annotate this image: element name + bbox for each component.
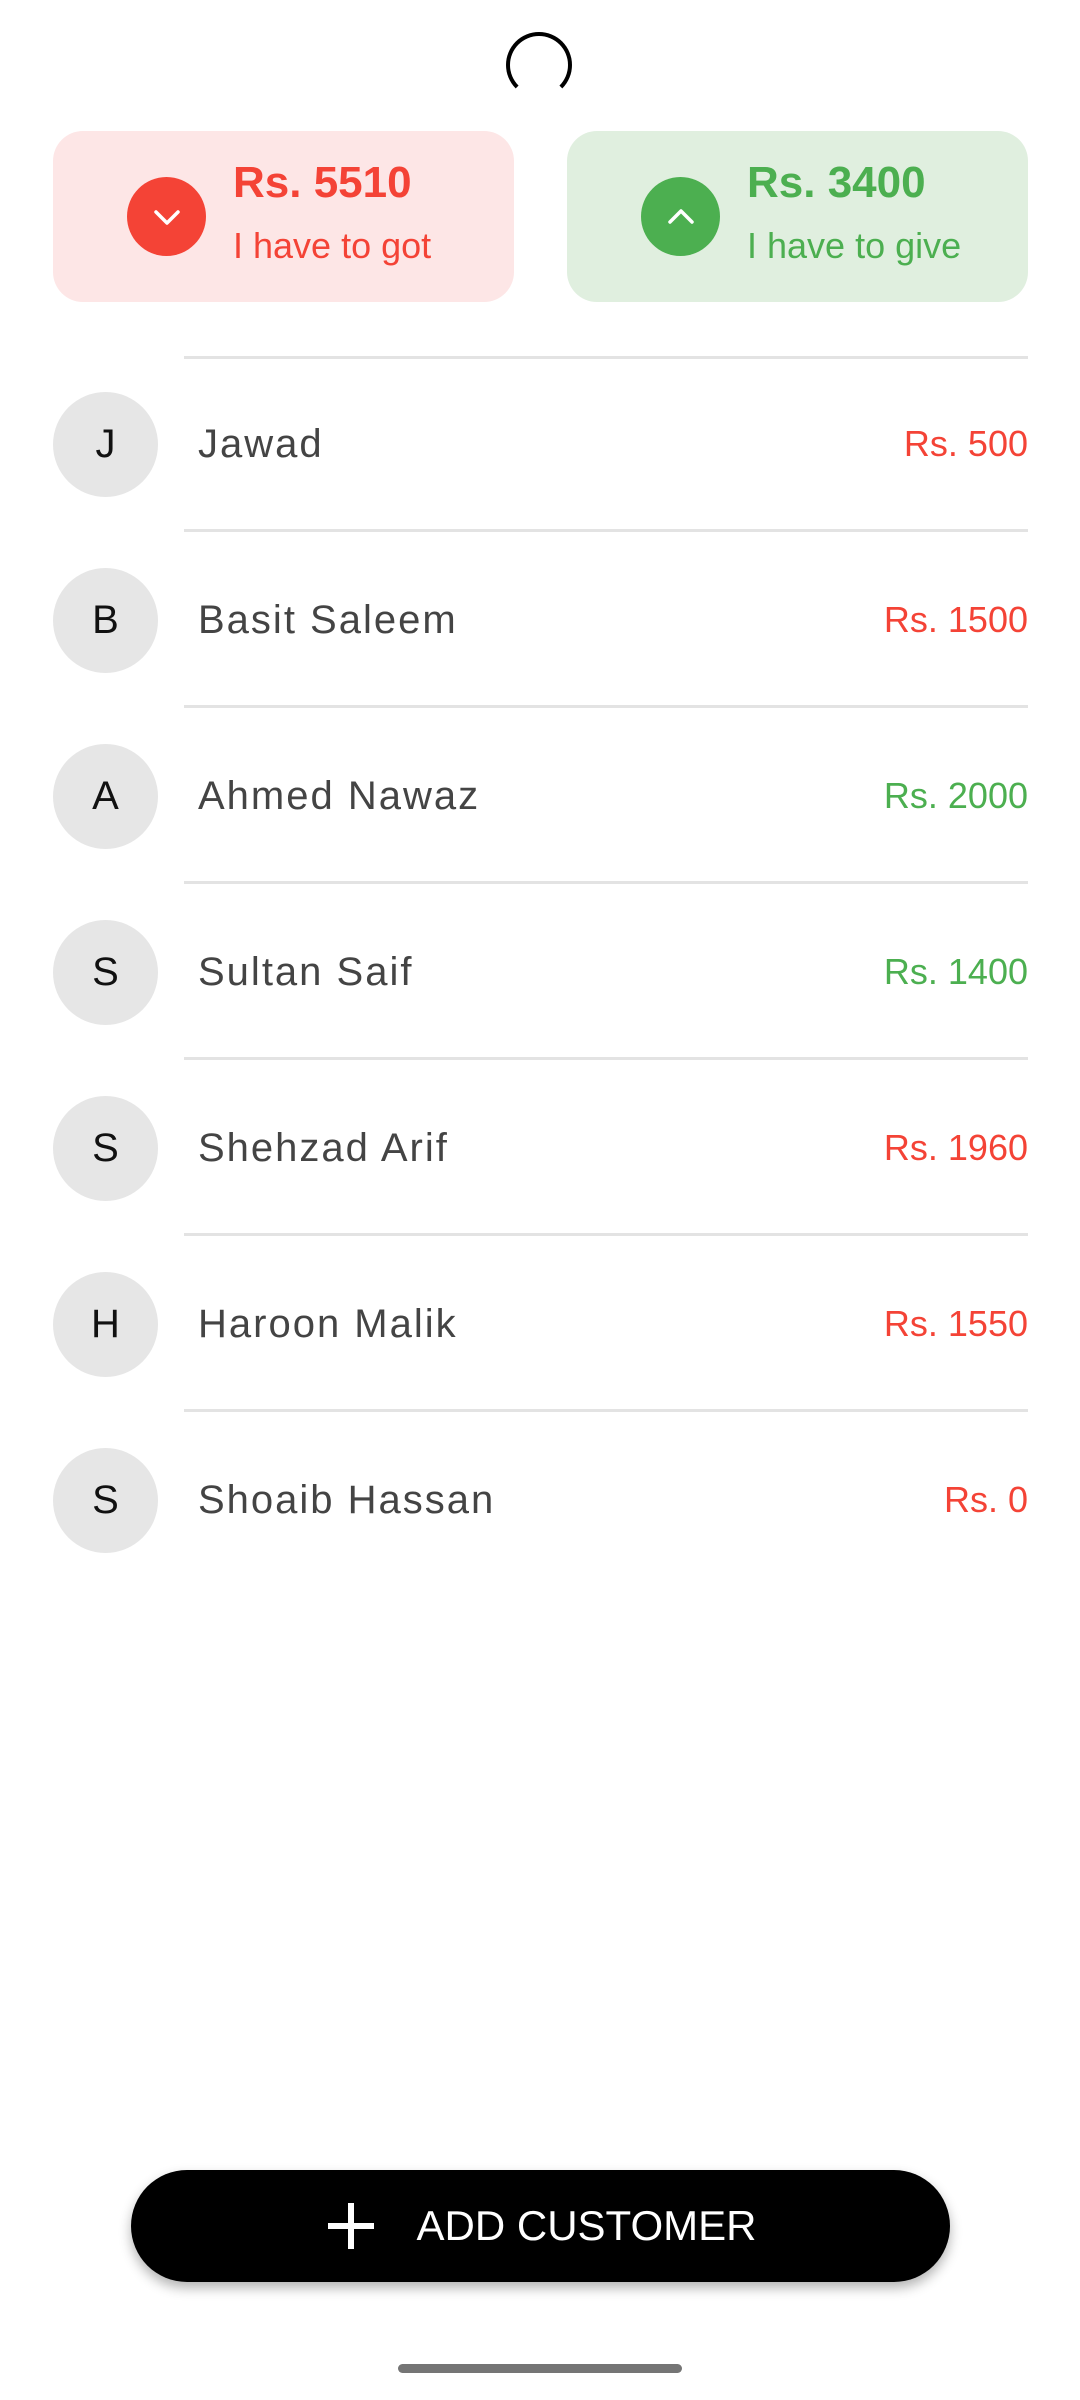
customer-row[interactable]: H Haroon Malik Rs. 1550	[0, 1236, 1080, 1412]
customer-row[interactable]: S Shehzad Arif Rs. 1960	[0, 1060, 1080, 1236]
customer-name: Sultan Saif	[198, 950, 414, 994]
avatar: S	[53, 1448, 158, 1553]
payable-badge	[641, 177, 720, 256]
customer-amount: Rs. 1400	[883, 951, 1028, 992]
receivable-label: I have to got	[233, 225, 432, 266]
payable-summary-card[interactable]: Rs. 3400 I have to give	[567, 131, 1028, 302]
receivable-amount: Rs. 5510	[233, 158, 412, 207]
payable-amount: Rs. 3400	[747, 158, 926, 207]
add-customer-label: ADD CUSTOMER	[416, 2202, 757, 2249]
avatar: S	[53, 1096, 158, 1201]
customer-name: Shoaib Hassan	[198, 1478, 496, 1522]
customer-name: Shehzad Arif	[198, 1126, 449, 1170]
customer-name: Ahmed Nawaz	[198, 774, 481, 818]
customer-amount: Rs. 1550	[883, 1303, 1028, 1344]
avatar: S	[53, 920, 158, 1025]
customer-row[interactable]: S Shoaib Hassan Rs. 0	[0, 1412, 1080, 1588]
customer-amount: Rs. 1500	[883, 599, 1028, 640]
customer-row[interactable]: A Ahmed Nawaz Rs. 2000	[0, 708, 1080, 884]
chevron-down-icon	[153, 209, 180, 225]
customer-amount: Rs. 2000	[883, 775, 1028, 816]
avatar: H	[53, 1272, 158, 1377]
avatar: J	[53, 392, 158, 497]
home-indicator[interactable]	[398, 2364, 682, 2373]
customer-name: Basit Saleem	[198, 598, 458, 642]
customer-amount: Rs. 0	[943, 1479, 1028, 1520]
customer-row[interactable]: B Basit Saleem Rs. 1500	[0, 532, 1080, 708]
customer-list: J Jawad Rs. 500 B Basit Saleem Rs. 1500 …	[0, 356, 1080, 1588]
customer-name: Haroon Malik	[198, 1302, 458, 1346]
camera-cutout	[506, 32, 572, 98]
chevron-up-icon	[667, 208, 694, 224]
customer-name: Jawad	[198, 422, 324, 466]
customer-row[interactable]: S Sultan Saif Rs. 1400	[0, 884, 1080, 1060]
avatar: A	[53, 744, 158, 849]
customer-amount: Rs. 1960	[883, 1127, 1028, 1168]
add-customer-button[interactable]: ADD CUSTOMER	[131, 2170, 950, 2282]
receivable-badge	[127, 177, 206, 256]
customer-row[interactable]: J Jawad Rs. 500	[0, 356, 1080, 532]
customer-amount: Rs. 500	[903, 423, 1028, 464]
payable-label: I have to give	[747, 225, 962, 266]
receivable-summary-card[interactable]: Rs. 5510 I have to got	[53, 131, 514, 302]
avatar: B	[53, 568, 158, 673]
plus-icon	[327, 2203, 374, 2249]
customers-screen: Rs. 5510 I have to got Rs. 3400 I have t…	[0, 0, 1080, 2400]
